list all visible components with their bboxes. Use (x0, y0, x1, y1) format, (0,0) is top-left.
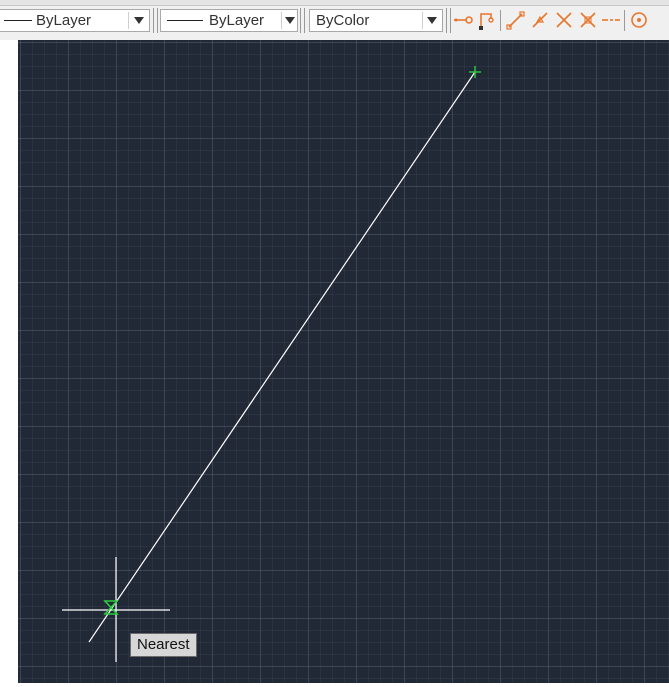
lineweight-value: ByLayer (209, 12, 265, 29)
toolbar-separator (500, 10, 501, 31)
snap-apparent-intersection-icon[interactable] (577, 9, 599, 31)
linetype-value: ByLayer (36, 12, 92, 29)
plotstyle-value: ByColor (316, 12, 370, 29)
osnap-tooltip: Nearest (130, 633, 197, 657)
toolbar-separator (624, 10, 625, 31)
temporary-track-point-icon[interactable] (452, 9, 474, 31)
lineweight-arrow-separator (281, 12, 282, 29)
lineweight-dropdown-arrow-icon[interactable] (285, 17, 295, 24)
plotstyle-arrow-separator (422, 12, 423, 29)
snap-center-icon[interactable] (628, 9, 650, 31)
toolbar-grip[interactable] (153, 8, 158, 33)
plotstyle-combo[interactable]: ByColor (309, 9, 443, 32)
linetype-dropdown-arrow-icon[interactable] (134, 17, 144, 24)
snap-from-icon[interactable] (475, 9, 497, 31)
snap-extension-icon[interactable] (600, 9, 622, 31)
linetype-arrow-separator (128, 12, 129, 29)
snap-endpoint-icon[interactable] (505, 9, 527, 31)
lineweight-combo[interactable]: ByLayer (160, 9, 298, 32)
lineweight-preview (167, 20, 203, 21)
linetype-combo[interactable]: ByLayer (0, 9, 150, 32)
toolbar-top-edge (0, 0, 669, 6)
toolbar-grip[interactable] (300, 8, 305, 33)
osnap-toolbar-grip[interactable] (446, 8, 451, 33)
snap-intersection-icon[interactable] (553, 9, 575, 31)
drawing-area[interactable] (18, 40, 669, 687)
viewport-bottom-edge (18, 683, 669, 687)
properties-toolbar: ByLayer ByLayer ByColor (0, 0, 669, 40)
snap-midpoint-icon[interactable] (529, 9, 551, 31)
plotstyle-dropdown-arrow-icon[interactable] (427, 17, 437, 24)
linetype-preview (4, 20, 32, 21)
